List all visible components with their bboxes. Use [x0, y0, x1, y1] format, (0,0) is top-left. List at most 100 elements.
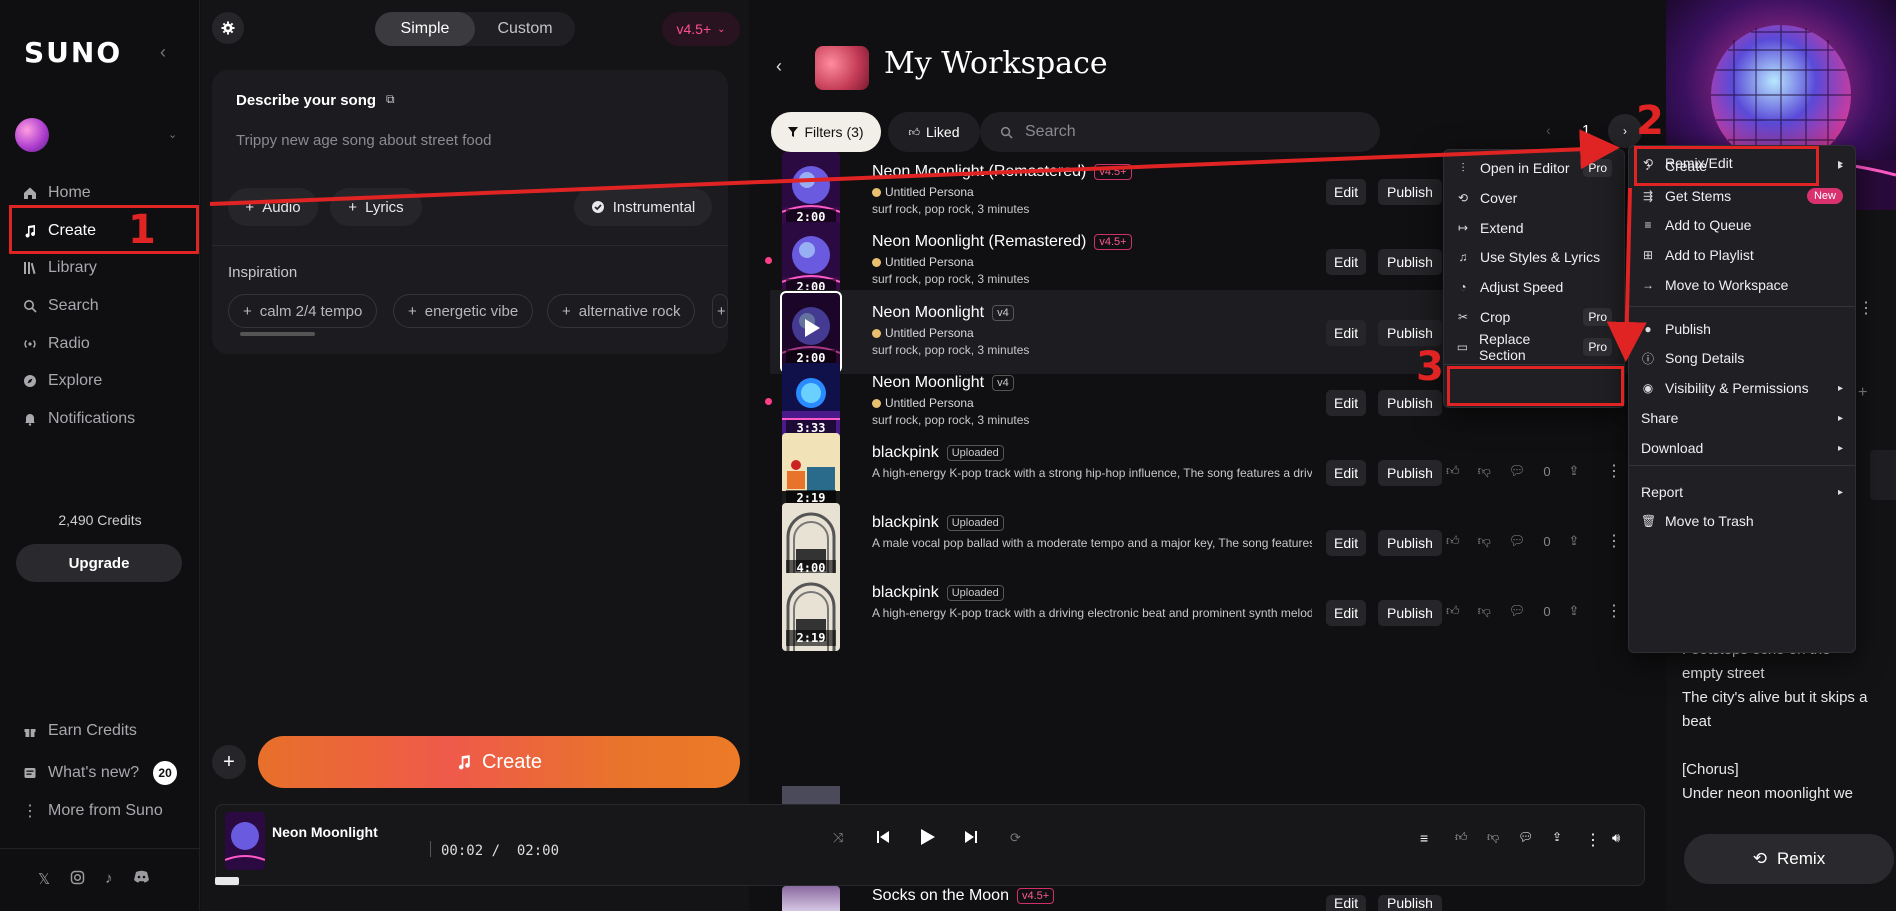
song-title[interactable]: Socks on the Moon v4.5+	[872, 887, 1055, 905]
add-lyrics-button[interactable]: + Lyrics	[330, 188, 422, 226]
liked-button[interactable]: 👍︎ Liked	[888, 112, 980, 152]
more-vertical-icon[interactable]: ⋮	[1606, 531, 1622, 551]
tiktok-icon[interactable]: ♪	[105, 870, 113, 888]
publish-button[interactable]: Publish	[1378, 320, 1442, 346]
queue-icon[interactable]: ≡	[1420, 830, 1428, 846]
more-vertical-icon[interactable]: ⋮	[1606, 461, 1622, 481]
publish-button[interactable]: Publish	[1378, 390, 1442, 416]
share-icon[interactable]: ⇪	[1569, 463, 1580, 479]
song-description-input[interactable]: Trippy new age song about street food	[236, 132, 491, 149]
search-input[interactable]: Search	[980, 112, 1380, 152]
dice-icon[interactable]: ⧉	[386, 92, 395, 107]
suno-logo[interactable]: SUNO	[24, 36, 122, 69]
edit-button[interactable]: Edit	[1326, 320, 1367, 346]
inspiration-chip-partial[interactable]: +	[712, 294, 728, 328]
player-thumbnail[interactable]	[225, 812, 265, 870]
more-vertical-icon[interactable]: ⋮	[1858, 298, 1874, 318]
volume-icon[interactable]: 🔊︎	[1612, 830, 1620, 846]
menu-item-move-to-workspace[interactable]: → Move to Workspace	[1629, 268, 1855, 302]
persona-label[interactable]: Untitled Persona	[872, 326, 974, 340]
thumbs-down-icon[interactable]: 👎︎	[1478, 603, 1491, 619]
publish-button[interactable]: Publish	[1378, 895, 1442, 911]
next-icon[interactable]	[964, 830, 978, 844]
inspiration-chip[interactable]: + alternative rock	[547, 294, 696, 328]
nav-home[interactable]: Home	[22, 178, 91, 208]
model-version-select[interactable]: v4.5+ ⌄	[662, 12, 740, 46]
player-progress-bar[interactable]	[215, 877, 239, 885]
song-title[interactable]: blackpink Uploaded	[872, 514, 1004, 532]
comment-icon[interactable]: 💬︎	[1518, 830, 1533, 844]
discord-icon[interactable]	[133, 870, 150, 888]
menu-item-add-to-queue[interactable]: ≡ Add to Queue	[1629, 208, 1855, 242]
add-button[interactable]: +	[212, 745, 246, 779]
nav-explore[interactable]: Explore	[22, 366, 102, 396]
song-thumbnail[interactable]	[782, 886, 840, 911]
edit-button[interactable]: Edit	[1326, 460, 1367, 486]
earn-credits-link[interactable]: Earn Credits	[22, 716, 137, 746]
edit-button[interactable]: Edit	[1326, 895, 1367, 911]
publish-button[interactable]: Publish	[1378, 179, 1442, 205]
nav-search[interactable]: Search	[22, 291, 99, 321]
thumbs-down-icon[interactable]: 👎︎	[1478, 533, 1491, 549]
song-title[interactable]: Neon Moonlight v4	[872, 374, 1014, 392]
menu-item-crop[interactable]: ✂ Crop Pro	[1444, 300, 1624, 334]
x-icon[interactable]: 𝕏	[38, 870, 50, 888]
back-arrow-icon[interactable]: ‹	[776, 56, 782, 77]
edit-button[interactable]: Edit	[1326, 179, 1367, 205]
song-title[interactable]: blackpink Uploaded	[872, 584, 1004, 602]
share-icon[interactable]: ⇪	[1569, 533, 1580, 549]
filters-button[interactable]: Filters (3)	[771, 112, 881, 152]
tab-custom[interactable]: Custom	[475, 12, 575, 46]
publish-button[interactable]: Publish	[1378, 600, 1442, 626]
nav-library[interactable]: Library	[22, 253, 97, 283]
thumbs-up-icon[interactable]: 👍︎	[1455, 830, 1468, 845]
shuffle-icon[interactable]: ⤨	[833, 830, 843, 846]
song-title[interactable]: Neon Moonlight v4	[872, 304, 1014, 322]
chips-scrollbar[interactable]	[240, 332, 315, 336]
comment-icon[interactable]: 💬︎	[1509, 533, 1526, 549]
collapse-sidebar-icon[interactable]: ‹	[160, 42, 166, 63]
repeat-icon[interactable]: ⟳	[1010, 830, 1021, 846]
thumbs-up-icon[interactable]: 👍︎	[1446, 463, 1460, 479]
remix-button[interactable]: ⟲ Remix	[1684, 834, 1894, 884]
thumbs-down-icon[interactable]: 👎︎	[1487, 830, 1499, 845]
settings-button[interactable]	[212, 12, 244, 44]
edit-button[interactable]: Edit	[1326, 530, 1367, 556]
menu-item-download[interactable]: Download ▸	[1629, 431, 1855, 465]
thumbs-up-icon[interactable]: 👍︎	[1446, 533, 1460, 549]
persona-label[interactable]: Untitled Persona	[872, 255, 974, 269]
menu-item-visibility-permissions[interactable]: ◉ Visibility & Permissions ▸	[1629, 371, 1855, 405]
menu-item-share[interactable]: Share ▸	[1629, 401, 1855, 435]
menu-item-cover[interactable]: ⟲ Cover	[1444, 181, 1624, 215]
persona-label[interactable]: Untitled Persona	[872, 396, 974, 410]
inspiration-chip[interactable]: + calm 2/4 tempo	[228, 294, 378, 328]
chevron-down-icon[interactable]: ⌄	[168, 128, 177, 141]
menu-item-adjust-speed[interactable]: ◔ Adjust Speed	[1444, 270, 1624, 304]
inspiration-chip[interactable]: + energetic vibe	[393, 294, 534, 328]
more-vertical-icon[interactable]: ⋮	[1585, 830, 1601, 850]
persona-label[interactable]: Untitled Persona	[872, 185, 974, 199]
song-title[interactable]: Neon Moonlight (Remastered) v4.5+	[872, 233, 1132, 251]
menu-item-add-to-playlist[interactable]: ⊞ Add to Playlist	[1629, 238, 1855, 272]
thumbs-down-icon[interactable]: 👎︎	[1478, 463, 1491, 479]
prev-page-icon[interactable]: ‹	[1546, 122, 1551, 138]
edit-button[interactable]: Edit	[1326, 249, 1367, 275]
menu-item-replace-section[interactable]: ▭ Replace Section Pro	[1444, 330, 1624, 364]
publish-button[interactable]: Publish	[1378, 460, 1442, 486]
plus-icon[interactable]: +	[1858, 384, 1867, 402]
instrumental-toggle[interactable]: Instrumental	[574, 188, 712, 226]
share-icon[interactable]: ⇪	[1552, 830, 1562, 844]
thumbs-up-icon[interactable]: 👍︎	[1446, 603, 1460, 619]
instagram-icon[interactable]	[70, 870, 85, 888]
nav-radio[interactable]: Radio	[22, 329, 90, 359]
menu-item-song-details[interactable]: ⓘ Song Details	[1629, 341, 1855, 375]
whats-new-link[interactable]: What's new? 20	[22, 758, 178, 788]
previous-icon[interactable]	[876, 830, 890, 844]
play-icon[interactable]	[920, 828, 936, 846]
menu-item-open-in-editor[interactable]: ⫶ Open in Editor Pro	[1444, 151, 1624, 185]
comment-icon[interactable]: 💬︎	[1509, 603, 1526, 619]
comment-icon[interactable]: 💬︎	[1509, 463, 1526, 479]
edit-button[interactable]: Edit	[1326, 600, 1367, 626]
song-title[interactable]: Neon Moonlight (Remastered) v4.5+	[872, 163, 1132, 181]
create-button[interactable]: Create	[258, 736, 740, 788]
